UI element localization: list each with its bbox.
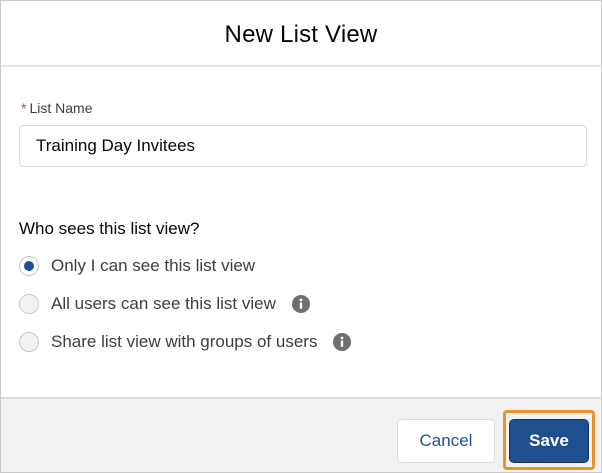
modal-title: New List View (224, 21, 378, 48)
list-name-label: * List Name (21, 100, 92, 116)
list-name-label-text: List Name (29, 100, 93, 116)
radio-label-groups: Share list view with groups of users (51, 332, 318, 351)
info-icon[interactable] (333, 333, 352, 351)
radio-selected-dot (24, 261, 34, 271)
radio-button-groups[interactable] (19, 332, 39, 352)
list-name-input[interactable] (19, 125, 587, 167)
new-list-view-modal: New List View *List Name Who sees this l… (0, 0, 602, 473)
required-indicator: * (21, 100, 27, 116)
radio-option-groups[interactable]: Share list view with groups of users (19, 332, 352, 352)
modal-body: *List Name Who sees this list view? Only… (1, 67, 601, 396)
info-icon[interactable] (291, 295, 310, 313)
radio-button-only-me[interactable] (19, 256, 39, 276)
save-button[interactable]: Save (509, 419, 589, 463)
radio-button-all-users[interactable] (19, 294, 39, 314)
radio-option-only-me[interactable]: Only I can see this list view (19, 256, 255, 276)
modal-footer: Cancel Save (1, 397, 601, 472)
visibility-legend: Who sees this list view? (19, 219, 200, 238)
cancel-button[interactable]: Cancel (397, 419, 495, 463)
radio-option-all-users[interactable]: All users can see this list view (19, 294, 310, 314)
radio-label-all-users: All users can see this list view (51, 294, 276, 313)
radio-label-only-me: Only I can see this list view (51, 256, 256, 275)
modal-header: New List View (1, 1, 601, 67)
